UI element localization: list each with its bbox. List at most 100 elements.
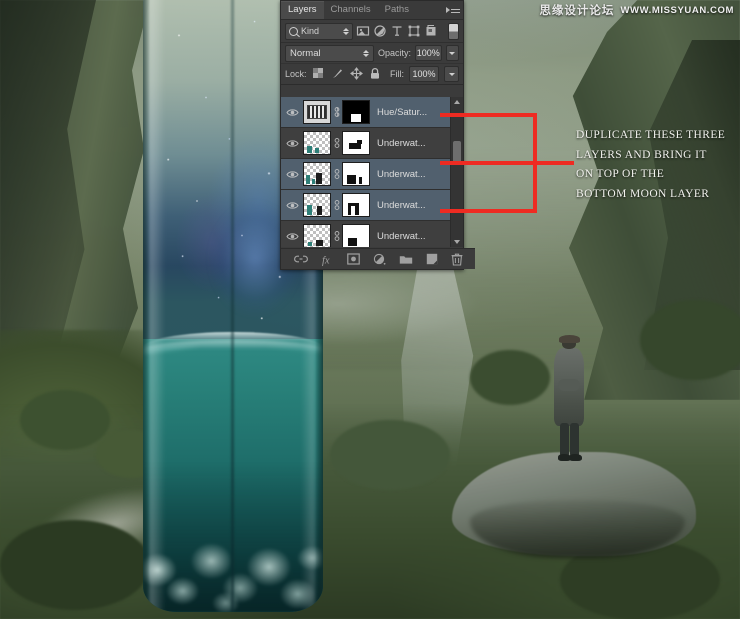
bush <box>0 520 150 610</box>
type-filter-icon[interactable] <box>390 24 404 38</box>
lock-row[interactable]: Lock: Fill: 100% <box>281 64 463 85</box>
mask-link-icon[interactable] <box>331 230 342 242</box>
layer-list-scrollbar[interactable] <box>450 97 463 247</box>
layer-row-underwater-4[interactable]: Underwat... <box>281 221 463 247</box>
layer-thumbnail[interactable] <box>303 193 331 217</box>
pixel-filter-icon[interactable] <box>356 24 370 38</box>
shape-filter-icon[interactable] <box>407 24 421 38</box>
delete-layer-icon[interactable] <box>451 253 463 266</box>
tab-layers[interactable]: Layers <box>281 1 324 19</box>
layer-visibility-eye-icon[interactable] <box>281 170 303 179</box>
fill-value[interactable]: 100% <box>409 66 439 82</box>
layers-panel-bottom-toolbar[interactable]: fx <box>281 248 475 269</box>
blend-mode-row[interactable]: Normal Opacity: 100% <box>281 43 463 64</box>
bush <box>20 390 110 450</box>
annotation-text: DUPLICATE THESE THREE LAYERS AND BRING I… <box>576 126 740 204</box>
layer-row-hue-saturation[interactable]: Hue/Satur... <box>281 97 463 128</box>
layer-mask-thumbnail[interactable] <box>342 193 370 217</box>
blend-mode-dropdown[interactable]: Normal <box>285 44 374 62</box>
man-leg <box>570 423 579 457</box>
lock-transparent-pixels-icon[interactable] <box>312 67 326 81</box>
stepper-arrows-icon[interactable] <box>363 49 369 57</box>
glass-seam <box>231 0 234 612</box>
fill-dropdown-button[interactable] <box>444 66 459 82</box>
layer-visibility-eye-icon[interactable] <box>281 232 303 241</box>
annotation-line-1: DUPLICATE THESE THREE <box>576 129 726 141</box>
tab-channels[interactable]: Channels <box>324 2 378 19</box>
filter-toggle-switch[interactable] <box>448 22 459 40</box>
layer-mask-thumbnail[interactable] <box>342 100 370 124</box>
adjustment-filter-icon[interactable] <box>373 24 387 38</box>
layer-thumbnail[interactable] <box>303 131 331 155</box>
opacity-label: Opacity: <box>378 48 412 58</box>
fill-label: Fill: <box>390 69 404 79</box>
layer-thumbnail[interactable] <box>303 224 331 247</box>
lock-label: Lock: <box>285 69 307 79</box>
annotation-line-3: ON TOP OF THE <box>576 168 665 180</box>
bush <box>470 350 550 405</box>
panel-tab-bar[interactable]: Layers Channels Paths <box>281 1 463 20</box>
opacity-dropdown-button[interactable] <box>445 45 459 61</box>
mask-link-icon[interactable] <box>331 106 342 118</box>
layer-thumbnail[interactable] <box>303 162 331 186</box>
scroll-up-arrow-icon[interactable] <box>451 97 463 107</box>
filter-kind-dropdown[interactable]: Kind <box>285 22 353 40</box>
layer-name[interactable]: Underwat... <box>377 200 426 211</box>
bottle-edge-left <box>143 0 150 612</box>
watermark: 思缘设计论坛 WWW.MISSYUAN.COM <box>539 2 734 18</box>
blend-mode-value: Normal <box>290 47 321 59</box>
layer-style-fx-icon[interactable]: fx <box>321 253 334 266</box>
panel-menu-icon[interactable] <box>446 4 460 15</box>
annotation-line-4: BOTTOM MOON LAYER <box>576 187 710 200</box>
new-group-icon[interactable] <box>399 254 413 265</box>
scrollbar-thumb[interactable] <box>453 141 461 163</box>
layers-panel[interactable]: Layers Channels Paths Kind Normal Opacit… <box>280 0 475 270</box>
filter-kind-label: Kind <box>301 26 320 36</box>
layer-name[interactable]: Underwat... <box>377 231 426 242</box>
add-layer-mask-icon[interactable] <box>346 253 360 265</box>
new-layer-icon[interactable] <box>426 253 438 265</box>
bush <box>330 420 450 490</box>
stepper-arrows-icon[interactable] <box>343 27 349 35</box>
watermark-url: WWW.MISSYUAN.COM <box>620 4 734 16</box>
layer-visibility-eye-icon[interactable] <box>281 139 303 148</box>
layer-filter-bar[interactable]: Kind <box>281 20 463 43</box>
boulder-shadow <box>470 500 685 558</box>
mask-link-icon[interactable] <box>331 199 342 211</box>
search-icon <box>289 26 298 36</box>
man-standing-figure <box>551 335 587 461</box>
lock-position-icon[interactable] <box>349 67 364 81</box>
bush <box>640 300 740 380</box>
layer-mask-thumbnail[interactable] <box>342 162 370 186</box>
man-arms <box>558 379 580 391</box>
glass-highlight-left <box>149 0 165 612</box>
man-shoe <box>569 454 582 461</box>
link-layers-icon[interactable] <box>293 254 308 264</box>
svg-text:fx: fx <box>322 255 330 266</box>
layer-name[interactable]: Hue/Satur... <box>377 107 427 118</box>
layer-name[interactable]: Underwat... <box>377 169 426 180</box>
layer-visibility-eye-icon[interactable] <box>281 201 303 210</box>
screenshot-canvas: 思缘设计论坛 WWW.MISSYUAN.COM Layers Channels … <box>0 0 740 619</box>
layer-thumbnail[interactable] <box>303 100 331 124</box>
layer-visibility-eye-icon[interactable] <box>281 108 303 117</box>
tab-paths[interactable]: Paths <box>378 2 416 19</box>
mask-link-icon[interactable] <box>331 168 342 180</box>
layer-name[interactable]: Underwat... <box>377 138 426 149</box>
layer-row-underwater-1[interactable]: Underwat... <box>281 128 463 159</box>
layer-row-underwater-3[interactable]: Underwat... <box>281 190 463 221</box>
layer-row-underwater-2[interactable]: Underwat... <box>281 159 463 190</box>
annotation-line-2: LAYERS AND BRING IT <box>576 148 707 161</box>
scroll-down-arrow-icon[interactable] <box>451 237 463 247</box>
new-adjustment-layer-icon[interactable] <box>373 253 386 266</box>
lock-image-pixels-icon[interactable] <box>331 67 345 81</box>
smart-object-filter-icon[interactable] <box>424 24 438 38</box>
opacity-value[interactable]: 100% <box>415 45 442 61</box>
man-cap <box>559 335 580 343</box>
lock-all-icon[interactable] <box>369 67 383 81</box>
mask-link-icon[interactable] <box>331 137 342 149</box>
man-leg <box>560 423 569 457</box>
layer-mask-thumbnail[interactable] <box>342 224 370 247</box>
layer-mask-thumbnail[interactable] <box>342 131 370 155</box>
layer-list[interactable]: Hue/Satur... Underwat... Underwat... Und… <box>281 97 463 247</box>
